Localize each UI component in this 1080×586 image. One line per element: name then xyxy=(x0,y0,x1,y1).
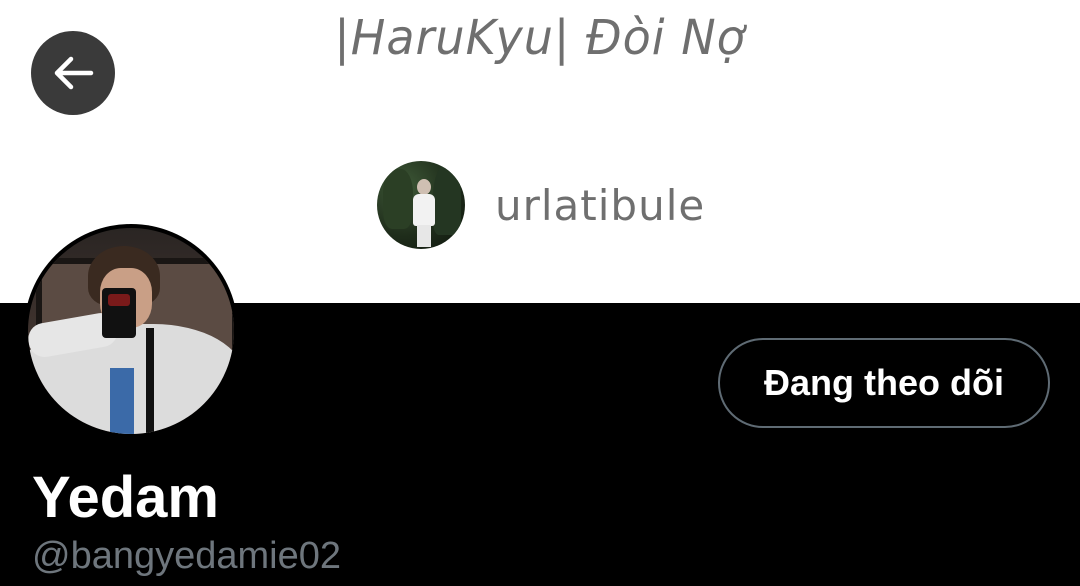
arrow-left-icon xyxy=(54,56,94,90)
banner-title: |HaruKyu| Đòi Nợ xyxy=(334,8,746,66)
back-button[interactable] xyxy=(31,31,115,115)
banner-author-avatar xyxy=(377,161,465,249)
following-button[interactable]: Đang theo dõi xyxy=(718,338,1050,428)
avatar[interactable] xyxy=(28,228,234,434)
profile-display-name: Yedam xyxy=(32,465,219,530)
profile-page: |HaruKyu| Đòi Nợ urlatibule Đang theo dõ… xyxy=(0,0,1080,586)
profile-handle: @bangyedamie02 xyxy=(32,535,342,577)
banner-author-name: urlatibule xyxy=(495,180,706,230)
banner-author: urlatibule xyxy=(377,160,705,250)
